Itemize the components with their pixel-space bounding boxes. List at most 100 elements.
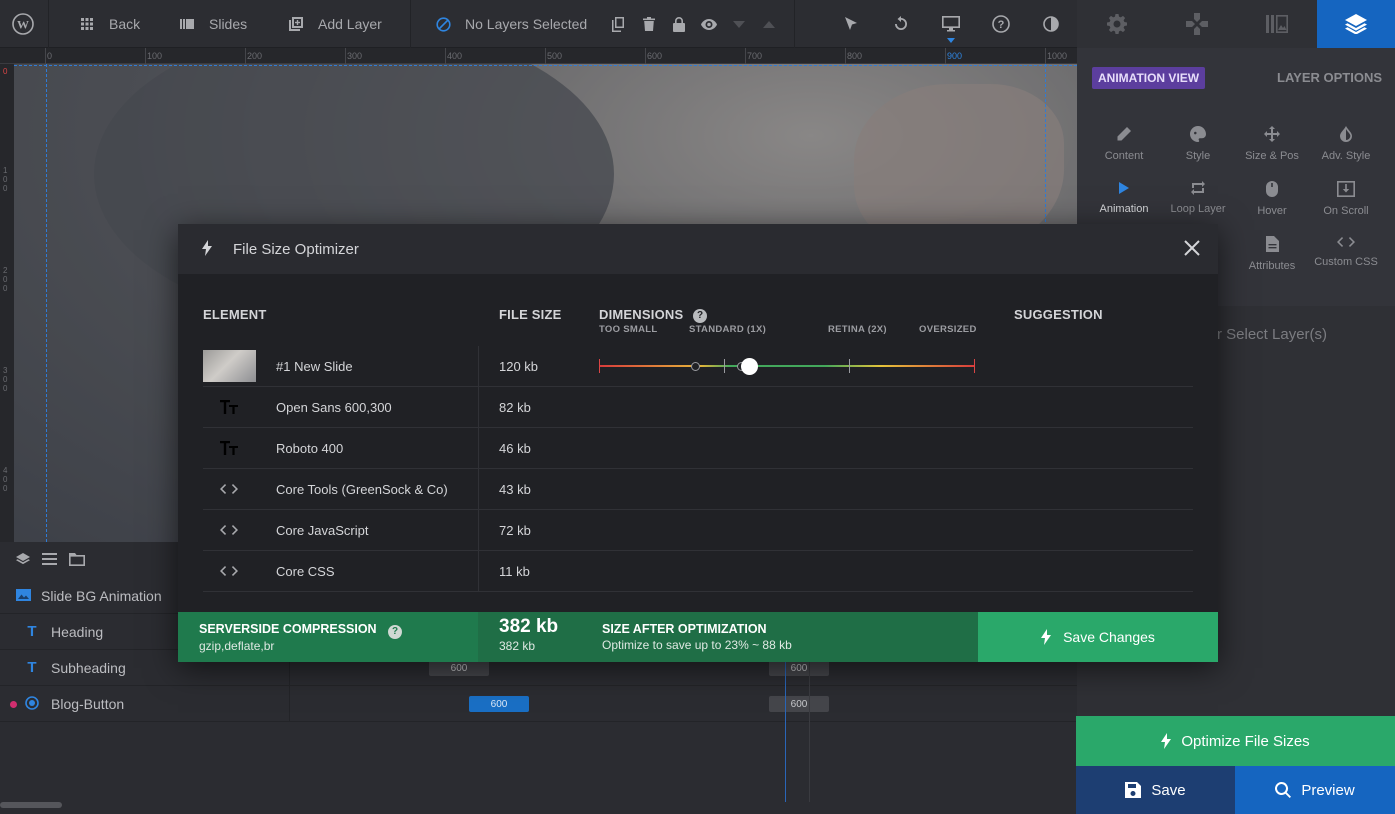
floppy-icon	[1125, 782, 1142, 798]
folder-icon[interactable]	[69, 552, 85, 566]
tab-slides[interactable]	[1237, 0, 1317, 48]
duplicate-button[interactable]	[607, 12, 631, 36]
trash-icon	[643, 17, 655, 31]
svg-text:?: ?	[998, 19, 1005, 31]
code-icon	[1337, 237, 1355, 247]
animation-view-button[interactable]: ANIMATION VIEW	[1092, 67, 1206, 89]
option-hover[interactable]: Hover	[1235, 181, 1309, 217]
gamepad-icon	[1186, 13, 1208, 35]
element-file-size: 43 kb	[499, 482, 531, 497]
layer-name: Subheading	[51, 660, 126, 676]
option-adv-style[interactable]: Adv. Style	[1309, 126, 1383, 162]
wordpress-logo-button[interactable]: W	[12, 0, 34, 48]
column-header-element: ELEMENT	[203, 307, 267, 322]
play-icon	[1119, 182, 1129, 194]
layers-small-icon[interactable]	[16, 552, 30, 566]
option-label: Adv. Style	[1321, 150, 1371, 162]
timeline-bar-out[interactable]: 600	[769, 660, 829, 676]
timeline-row-blog-button[interactable]: Blog-Button 600 600	[0, 686, 1077, 722]
ruler-tick: 2 0 0	[3, 266, 8, 293]
optimize-file-sizes-button[interactable]: Optimize File Sizes	[1076, 716, 1395, 766]
ruler-tick: 3 0 0	[3, 366, 8, 393]
ruler-tick: 900	[947, 51, 963, 61]
contrast-button[interactable]	[1039, 12, 1063, 36]
option-label: Hover	[1257, 205, 1287, 217]
column-header-dimensions: DIMENSIONS ?	[599, 307, 708, 323]
dimensions-label: DIMENSIONS	[599, 307, 684, 322]
element-name: Open Sans 600,300	[276, 400, 392, 415]
device-desktop-button[interactable]	[939, 12, 963, 36]
total-size-sub: 382 kb	[499, 639, 536, 653]
font-icon	[220, 399, 238, 415]
preview-button[interactable]: Preview	[1235, 766, 1395, 814]
timeline-bar-out[interactable]: 600	[769, 696, 829, 712]
help-icon[interactable]: ?	[388, 624, 403, 639]
layer-options-title[interactable]: LAYER OPTIONS	[1277, 70, 1382, 85]
slides-label: Slides	[209, 16, 248, 32]
save-changes-button[interactable]: Save Changes	[978, 612, 1218, 662]
loop-icon	[1191, 181, 1205, 195]
table-row: Core CSS 11 kb	[203, 551, 1193, 592]
option-custom-css[interactable]: Custom CSS	[1309, 236, 1383, 268]
layer-name: Slide BG Animation	[41, 588, 162, 604]
delete-button[interactable]	[637, 12, 661, 36]
back-button[interactable]: Back	[79, 0, 140, 48]
move-down-button[interactable]	[727, 12, 751, 36]
help-icon[interactable]: ?	[693, 308, 708, 323]
option-size-pos[interactable]: Size & Pos	[1235, 126, 1309, 162]
option-on-scroll[interactable]: On Scroll	[1309, 181, 1383, 217]
dimension-label-standard: STANDARD (1X)	[689, 324, 767, 335]
timeline-playhead[interactable]	[785, 662, 786, 802]
select-tool-button[interactable]	[839, 12, 863, 36]
ruler-tick: 1 0 0	[3, 166, 8, 193]
copy-icon	[612, 16, 624, 32]
ruler-tick: 700	[747, 51, 763, 61]
lock-button[interactable]	[667, 12, 691, 36]
scroll-download-icon	[1337, 181, 1355, 197]
current-size-handle[interactable]	[741, 358, 758, 375]
element-file-size: 11 kb	[499, 564, 530, 579]
option-animation[interactable]: Animation	[1087, 181, 1161, 215]
layer-name: Blog-Button	[51, 696, 125, 712]
slides-button[interactable]: Slides	[179, 0, 247, 48]
optimization-summary: 382 kb 382 kb SIZE AFTER OPTIMIZATION Op…	[478, 612, 978, 662]
visibility-button[interactable]	[697, 12, 721, 36]
option-style[interactable]: Style	[1161, 126, 1235, 162]
element-file-size: 120 kb	[499, 359, 539, 374]
element-file-size: 46 kb	[499, 441, 531, 456]
add-layer-icon	[288, 16, 304, 32]
save-changes-label: Save Changes	[1063, 629, 1155, 645]
tab-layers[interactable]	[1317, 0, 1395, 48]
option-label: Animation	[1099, 203, 1149, 215]
compression-value: gzip,deflate,br	[199, 639, 275, 653]
undo-icon	[895, 16, 907, 30]
close-icon[interactable]	[1182, 238, 1202, 258]
ruler-tick: 400	[447, 51, 463, 61]
list-icon[interactable]	[42, 553, 57, 565]
timeline-marker	[809, 662, 810, 802]
grid-guide-top	[14, 65, 1077, 66]
timeline-scrollbar[interactable]	[0, 802, 62, 808]
preview-label: Preview	[1301, 781, 1355, 799]
tab-navigation[interactable]	[1157, 0, 1237, 48]
undo-button[interactable]	[889, 12, 913, 36]
add-layer-button[interactable]: Add Layer	[288, 0, 382, 48]
timeline-bar-in[interactable]: 600	[469, 696, 529, 712]
help-button[interactable]: ?	[989, 12, 1013, 36]
option-label: Size & Pos	[1245, 150, 1299, 162]
option-loop-layer[interactable]: Loop Layer	[1161, 181, 1235, 215]
option-label: Style	[1185, 150, 1211, 162]
size-after-hint: Optimize to save up to 23% ~ 88 kb	[602, 638, 792, 652]
tab-settings[interactable]	[1077, 0, 1157, 48]
top-toolbar: W Back Slides Add Layer No Layers Select…	[0, 0, 1077, 48]
option-label: Content	[1104, 150, 1144, 162]
timeline-bar-in[interactable]: 600	[429, 660, 489, 676]
device-indicator	[947, 38, 955, 43]
bolt-icon	[202, 240, 212, 256]
move-up-button[interactable]	[757, 12, 781, 36]
option-content[interactable]: Content	[1087, 126, 1161, 162]
save-button[interactable]: Save	[1076, 766, 1235, 814]
scale-tick	[849, 359, 850, 373]
option-attributes[interactable]: Attributes	[1235, 236, 1309, 272]
mouse-icon	[1266, 181, 1278, 197]
